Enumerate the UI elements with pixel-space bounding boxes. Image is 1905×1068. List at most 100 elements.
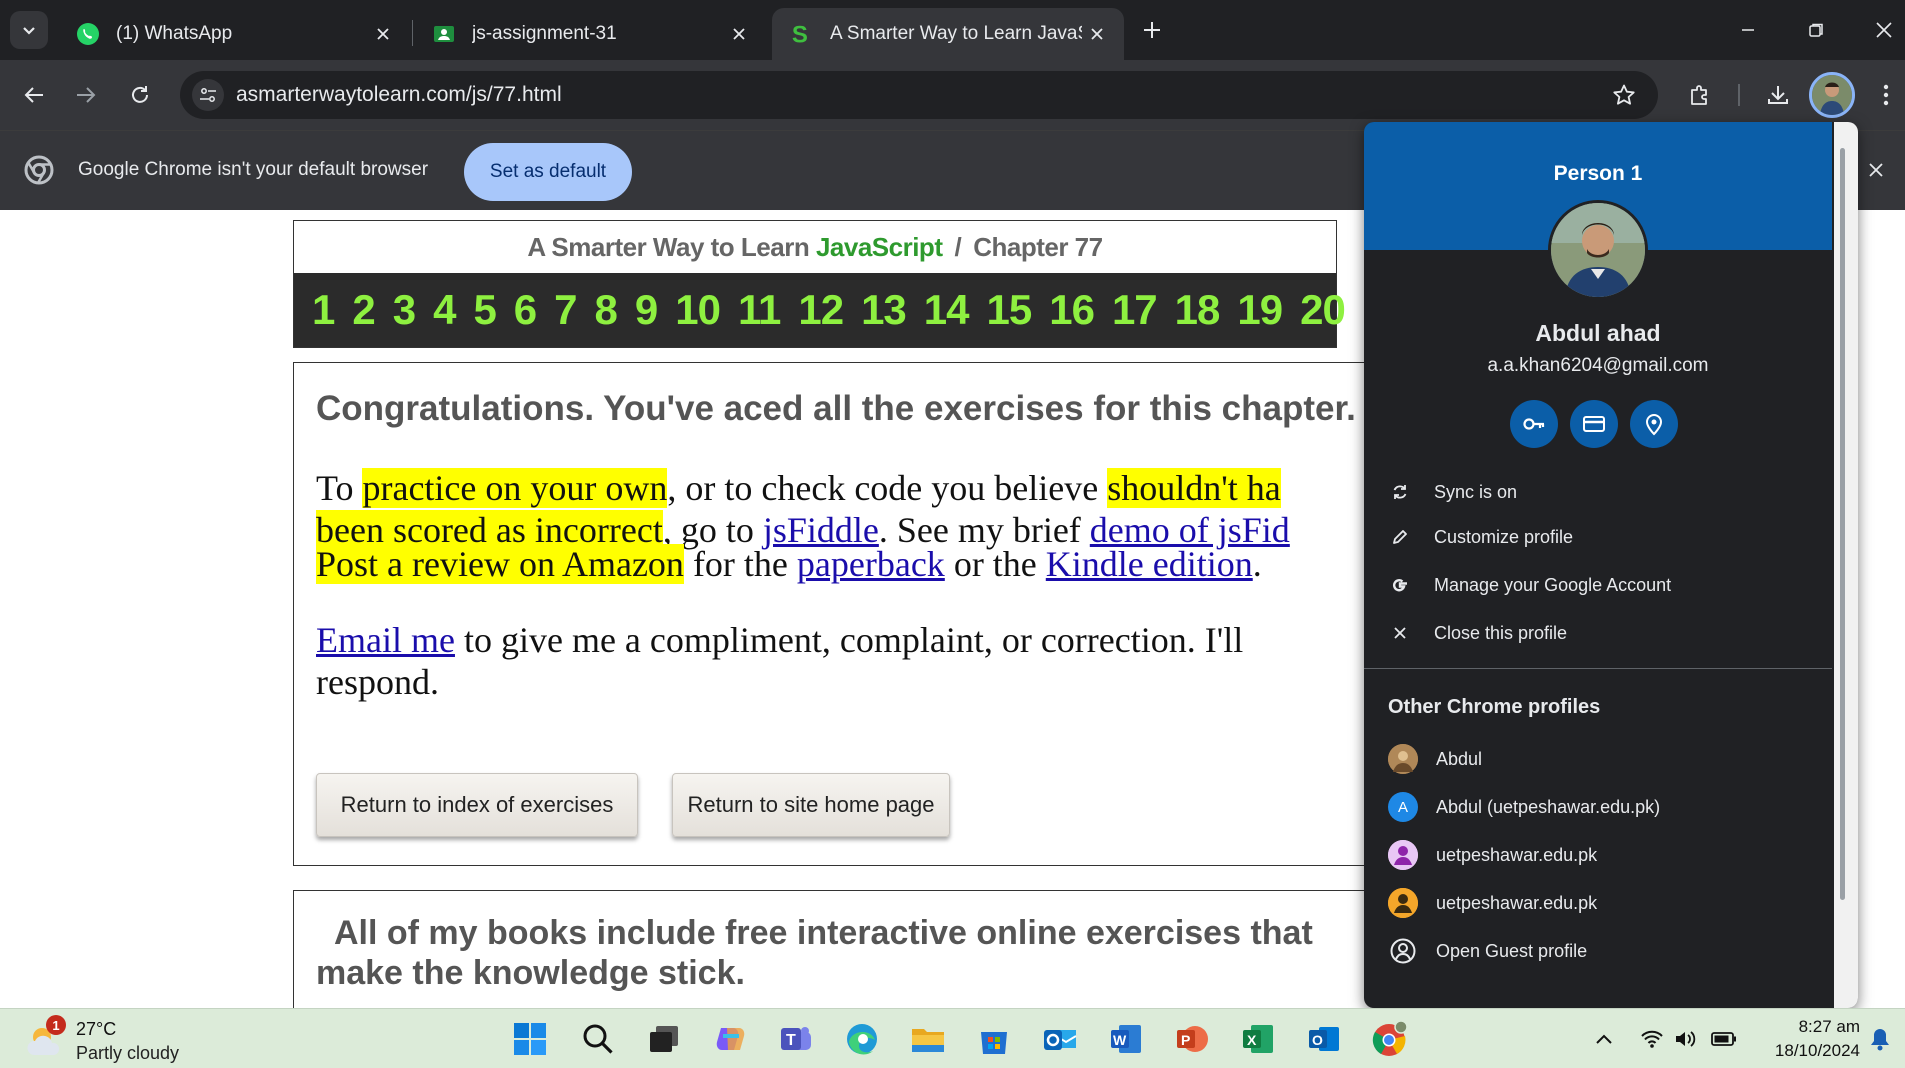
page-scrollbar[interactable]: [1860, 210, 1905, 1008]
profile-avatar-button[interactable]: [1809, 72, 1855, 118]
infobar-close-button[interactable]: [1859, 153, 1893, 187]
exercise-link-2[interactable]: 2: [352, 286, 375, 334]
passwords-button[interactable]: [1510, 400, 1558, 448]
battery-icon: [1711, 1032, 1736, 1046]
profile-item-abdul[interactable]: Abdul: [1364, 736, 1832, 782]
close-window-button[interactable]: [1864, 10, 1904, 50]
close-profile-item[interactable]: Close this profile: [1364, 611, 1832, 655]
tab-title: A Smarter Way to Learn JavaScr: [830, 23, 1082, 44]
close-tab-icon[interactable]: [1082, 19, 1112, 49]
volume-button[interactable]: [1672, 1025, 1700, 1053]
search-button[interactable]: [578, 1019, 618, 1059]
exercise-link-17[interactable]: 17: [1112, 286, 1158, 334]
exercise-link-14[interactable]: 14: [924, 286, 970, 334]
menu-divider: [1364, 668, 1832, 669]
popup-scrollbar[interactable]: [1840, 148, 1845, 900]
back-button[interactable]: [14, 75, 54, 115]
show-hidden-icons-button[interactable]: [1590, 1025, 1618, 1053]
word-button[interactable]: W: [1106, 1019, 1146, 1059]
wifi-button[interactable]: [1638, 1025, 1666, 1053]
weather-widget[interactable]: 1 27°C Partly cloudy: [24, 1015, 224, 1063]
reload-button[interactable]: [120, 75, 160, 115]
addresses-button[interactable]: [1630, 400, 1678, 448]
forward-button[interactable]: [66, 75, 106, 115]
exercise-link-9[interactable]: 9: [635, 286, 658, 334]
text-segment: respond.: [316, 662, 439, 702]
chrome-menu-button[interactable]: [1866, 75, 1905, 115]
svg-text:T: T: [786, 1032, 796, 1049]
exercise-link-10[interactable]: 10: [675, 286, 721, 334]
restore-button[interactable]: [1796, 10, 1836, 50]
address-bar[interactable]: asmarterwaytolearn.com/js/77.html: [180, 71, 1658, 119]
sync-item[interactable]: Sync is on: [1364, 470, 1832, 514]
exercise-link-12[interactable]: 12: [798, 286, 844, 334]
kindle-link[interactable]: Kindle edition: [1046, 544, 1253, 584]
infobar-message: Google Chrome isn't your default browser: [78, 159, 429, 180]
battery-button[interactable]: [1710, 1025, 1738, 1053]
windows-taskbar: 1 27°C Partly cloudy T W P X O 8:27 am 1…: [0, 1008, 1905, 1068]
outlook-classic-button[interactable]: O: [1304, 1019, 1344, 1059]
notifications-button[interactable]: [1866, 1025, 1894, 1053]
exercise-link-13[interactable]: 13: [861, 286, 907, 334]
close-tab-icon[interactable]: [368, 19, 398, 49]
download-icon: [1768, 86, 1788, 104]
paperback-link[interactable]: paperback: [797, 544, 945, 584]
exercise-link-20[interactable]: 20: [1300, 286, 1346, 334]
bookmark-star-button[interactable]: [1610, 81, 1638, 109]
exercise-link-15[interactable]: 15: [987, 286, 1033, 334]
copilot-button[interactable]: [710, 1019, 750, 1059]
downloads-button[interactable]: [1758, 75, 1798, 115]
powerpoint-button[interactable]: P: [1172, 1019, 1212, 1059]
exercise-link-16[interactable]: 16: [1049, 286, 1095, 334]
set-as-default-button[interactable]: Set as default: [464, 143, 632, 201]
site-info-button[interactable]: [192, 79, 224, 111]
exercise-link-7[interactable]: 7: [554, 286, 577, 334]
microsoft-store-button[interactable]: [974, 1019, 1014, 1059]
exercise-link-3[interactable]: 3: [393, 286, 416, 334]
tab-whatsapp[interactable]: (1) WhatsApp: [58, 8, 410, 60]
profile-email: a.a.khan6204@gmail.com: [1487, 355, 1709, 376]
profile-item-uet-purple[interactable]: uetpeshawar.edu.pk: [1364, 832, 1832, 878]
exercise-link-8[interactable]: 8: [595, 286, 618, 334]
outlook-new-button[interactable]: [1040, 1019, 1080, 1059]
edge-button[interactable]: [842, 1019, 882, 1059]
excel-icon: X: [1243, 1025, 1273, 1053]
text-segment: to give me a compliment, complaint, or c…: [454, 620, 1244, 660]
manage-google-account-item[interactable]: Manage your Google Account: [1364, 563, 1832, 607]
close-tab-icon[interactable]: [724, 19, 754, 49]
profile-item-abdul-uet[interactable]: A Abdul (uetpeshawar.edu.pk): [1364, 784, 1832, 830]
exercise-link-19[interactable]: 19: [1237, 286, 1283, 334]
start-button[interactable]: [510, 1019, 550, 1059]
text-segment: .: [1252, 544, 1262, 584]
tab-smarter-way[interactable]: S A Smarter Way to Learn JavaScr: [772, 8, 1124, 60]
new-tab-button[interactable]: [1136, 14, 1168, 46]
file-explorer-button[interactable]: [908, 1019, 948, 1059]
exercise-link-5[interactable]: 5: [473, 286, 496, 334]
exercise-link-11[interactable]: 11: [738, 286, 781, 334]
teams-button[interactable]: T: [776, 1019, 816, 1059]
svg-text:O: O: [1312, 1032, 1323, 1048]
exercise-link-4[interactable]: 4: [433, 286, 456, 334]
return-to-index-button[interactable]: Return to index of exercises: [316, 773, 638, 837]
exercise-link-18[interactable]: 18: [1175, 286, 1221, 334]
wifi-icon: [1641, 1030, 1663, 1048]
tab-js-assignment[interactable]: js-assignment-31: [414, 8, 766, 60]
popup-scroll-track: [1834, 122, 1858, 1008]
excel-button[interactable]: X: [1238, 1019, 1278, 1059]
text-segment: , or to check code you believe: [667, 468, 1108, 508]
customize-profile-item[interactable]: Customize profile: [1364, 515, 1832, 559]
clock[interactable]: 8:27 am 18/10/2024: [1742, 1015, 1860, 1063]
extensions-button[interactable]: [1680, 75, 1720, 115]
minimize-button[interactable]: [1728, 10, 1768, 50]
exercise-link-6[interactable]: 6: [514, 286, 537, 334]
chrome-button[interactable]: [1370, 1019, 1410, 1059]
email-me-link[interactable]: Email me: [316, 620, 455, 660]
guest-profile-item[interactable]: Open Guest profile: [1364, 928, 1832, 974]
payment-methods-button[interactable]: [1570, 400, 1618, 448]
avatar-icon: [1812, 75, 1852, 115]
return-to-home-button[interactable]: Return to site home page: [672, 773, 950, 837]
task-view-button[interactable]: [644, 1019, 684, 1059]
exercise-link-1[interactable]: 1: [312, 286, 335, 334]
profile-item-uet-orange[interactable]: uetpeshawar.edu.pk: [1364, 880, 1832, 926]
tab-search-button[interactable]: [10, 11, 48, 49]
